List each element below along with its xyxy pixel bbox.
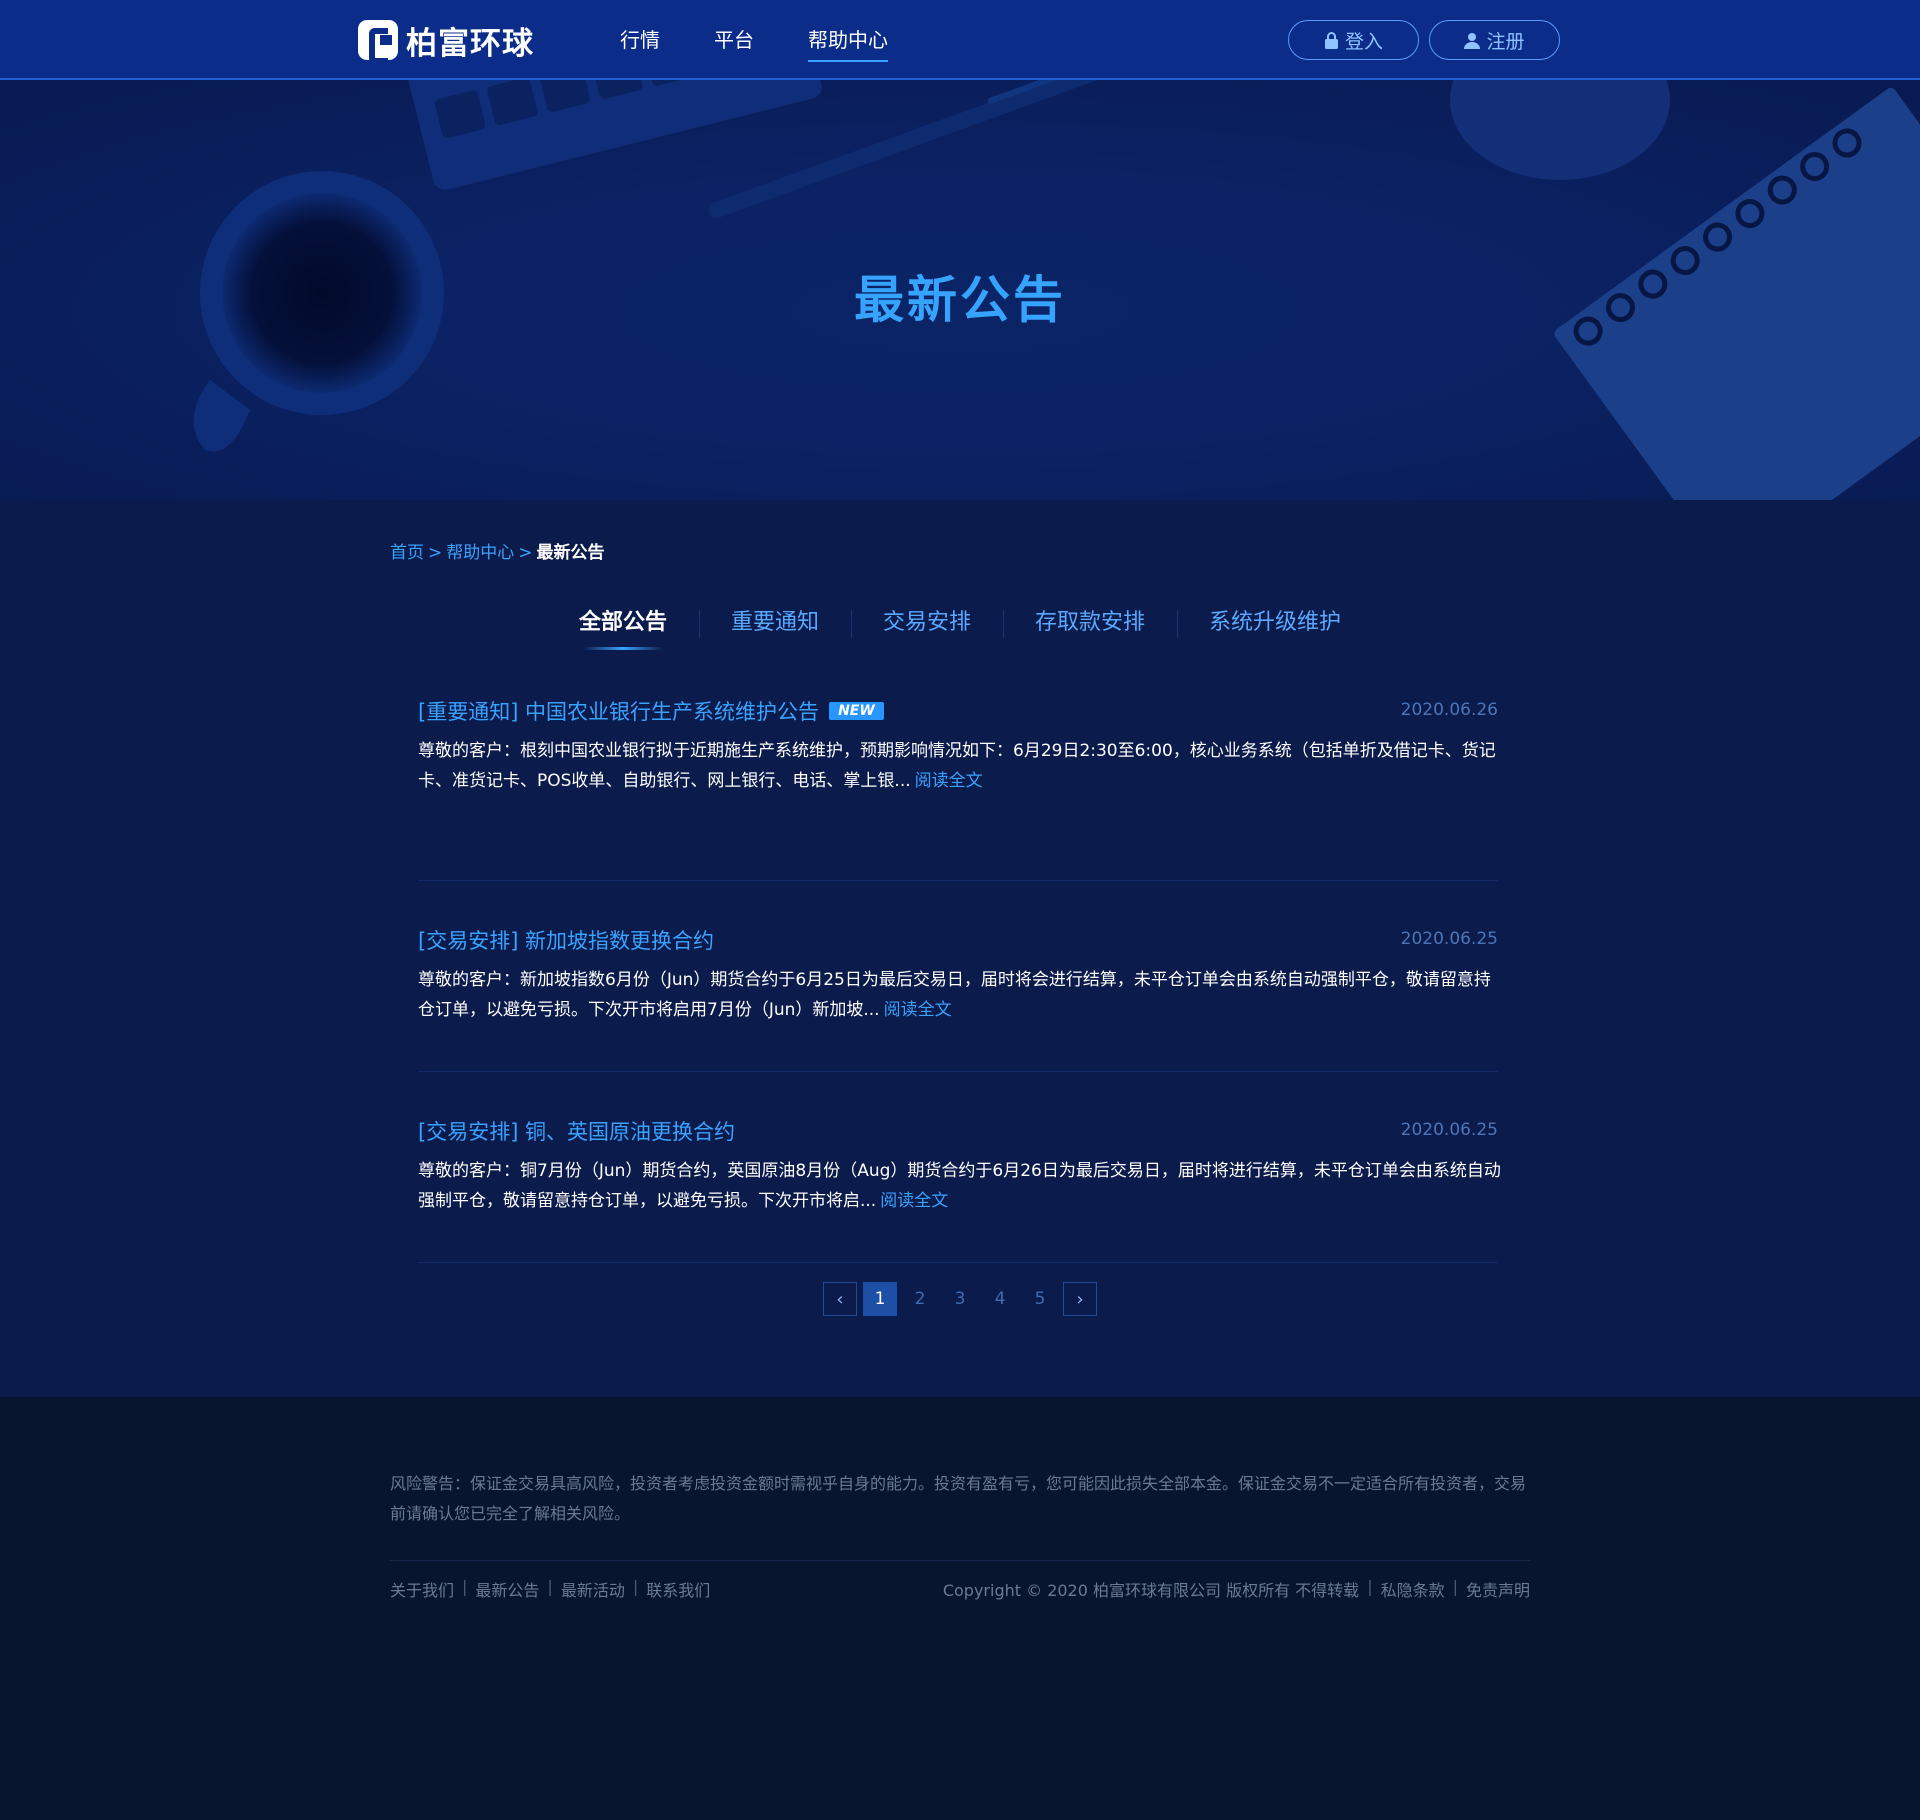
breadcrumb: 首页 > 帮助中心 > 最新公告 xyxy=(390,538,605,563)
footer-divider xyxy=(390,1560,1530,1561)
notice-excerpt: 尊敬的客户：新加坡指数6月份（Jun）期货合约于6月25日为最后交易日，届时将会… xyxy=(418,965,1503,1025)
register-button[interactable]: 注册 xyxy=(1429,20,1560,60)
breadcrumb-home[interactable]: 首页 xyxy=(390,543,424,563)
next-page-button[interactable]: › xyxy=(1063,1282,1097,1316)
notice-date: 2020.06.25 xyxy=(1400,929,1498,949)
register-label: 注册 xyxy=(1486,30,1525,53)
tab-system-maintenance[interactable]: 系统升级维护 xyxy=(1177,606,1373,640)
breadcrumb-current: 最新公告 xyxy=(536,543,605,563)
risk-warning: 风险警告：保证金交易具高风险，投资者考虑投资金额时需视乎自身的能力。投资有盈有亏… xyxy=(390,1474,1527,1523)
chevron-right-icon: › xyxy=(1076,1289,1084,1310)
logo-mark-icon xyxy=(358,20,398,64)
footer-links: 关于我们 | 最新公告 | 最新活动 | 联系我们 xyxy=(390,1577,710,1601)
top-header: 柏富环球 行情 平台 帮助中心 登入 注册 xyxy=(0,0,1920,80)
login-button[interactable]: 登入 xyxy=(1288,20,1419,60)
notice-date: 2020.06.25 xyxy=(1400,1120,1498,1140)
notice-item: [重要通知] 中国农业银行生产系统维护公告 NEW 2020.06.26 尊敬的… xyxy=(418,690,1498,881)
copyright: Copyright © 2020 柏富环球有限公司 版权所有 不得转载 | 私隐… xyxy=(943,1577,1530,1601)
notice-head: [交易安排] 新加坡指数更换合约 2020.06.25 xyxy=(418,925,1498,955)
notice-excerpt-text: 尊敬的客户：新加坡指数6月份（Jun）期货合约于6月25日为最后交易日，届时将会… xyxy=(418,970,1491,1020)
notice-date: 2020.06.26 xyxy=(1400,700,1498,720)
page-button[interactable]: 1 xyxy=(863,1282,897,1316)
page-button[interactable]: 3 xyxy=(943,1282,977,1316)
tab-deposit-withdraw[interactable]: 存取款安排 xyxy=(1003,606,1177,640)
hero-banner: 最新公告 xyxy=(0,80,1920,500)
notice-item: [交易安排] 新加坡指数更换合约 2020.06.25 尊敬的客户：新加坡指数6… xyxy=(418,881,1498,1072)
prev-page-button[interactable]: ‹ xyxy=(823,1282,857,1316)
read-more-link[interactable]: 阅读全文 xyxy=(915,771,983,791)
lock-icon xyxy=(1324,31,1338,49)
nav-item-help-center[interactable]: 帮助中心 xyxy=(808,0,888,80)
notice-excerpt-text: 尊敬的客户：铜7月份（Jun）期货合约，英国原油8月份（Aug）期货合约于6月2… xyxy=(418,1161,1501,1211)
page-button[interactable]: 5 xyxy=(1023,1282,1057,1316)
footer-separator: | xyxy=(632,1577,639,1596)
chevron-left-icon: ‹ xyxy=(836,1289,844,1310)
read-more-link[interactable]: 阅读全文 xyxy=(884,1000,952,1020)
footer-separator: | xyxy=(462,1577,468,1596)
page-button[interactable]: 4 xyxy=(983,1282,1017,1316)
breadcrumb-separator: > xyxy=(428,543,443,563)
tab-trading[interactable]: 交易安排 xyxy=(850,606,1003,640)
footer-separator: | xyxy=(1452,1577,1458,1596)
footer-link-about[interactable]: 关于我们 xyxy=(390,1577,454,1601)
read-more-link[interactable]: 阅读全文 xyxy=(880,1191,948,1211)
logo[interactable]: 柏富环球 xyxy=(358,18,534,64)
footer-link-notices[interactable]: 最新公告 xyxy=(475,1577,539,1601)
login-label: 登入 xyxy=(1344,30,1383,53)
hero-title: 最新公告 xyxy=(854,271,1066,329)
footer: 风险警告：保证金交易具高风险，投资者考虑投资金额时需视乎自身的能力。投资有盈有亏… xyxy=(0,1397,1920,1820)
notice-head: [交易安排] 铜、英国原油更换合约 2020.06.25 xyxy=(418,1116,1498,1146)
auth-buttons: 登入 注册 xyxy=(1288,20,1570,60)
breadcrumb-separator: > xyxy=(518,543,533,563)
notice-excerpt: 尊敬的客户：铜7月份（Jun）期货合约，英国原油8月份（Aug）期货合约于6月2… xyxy=(418,1156,1503,1216)
footer-separator: | xyxy=(547,1577,553,1596)
footer-link-disclaimer[interactable]: 免责声明 xyxy=(1466,1577,1530,1601)
notice-excerpt: 尊敬的客户：根刻中国农业银行拟于近期施生产系统维护，预期影响情况如下：6月29日… xyxy=(418,736,1503,796)
main-content: 首页 > 帮助中心 > 最新公告 全部公告 重要通知 交易安排 存取款安排 系统升级维护… xyxy=(0,500,1920,1397)
nav-item-market[interactable]: 行情 xyxy=(620,0,660,80)
main-nav: 行情 平台 帮助中心 xyxy=(620,0,942,80)
footer-link-contact[interactable]: 联系我们 xyxy=(646,1577,710,1601)
user-icon xyxy=(1464,32,1481,49)
category-tabs: 全部公告 重要通知 交易安排 存取款安排 系统升级维护 xyxy=(0,606,1920,650)
notice-title[interactable]: [交易安排] 铜、英国原油更换合约 xyxy=(418,1116,735,1146)
notice-item: [交易安排] 铜、英国原油更换合约 2020.06.25 尊敬的客户：铜7月份（… xyxy=(418,1072,1501,1263)
notice-list: [重要通知] 中国农业银行生产系统维护公告 NEW 2020.06.26 尊敬的… xyxy=(418,690,1501,1263)
new-badge: NEW xyxy=(829,702,884,720)
footer-link-privacy[interactable]: 私隐条款 xyxy=(1381,1577,1445,1601)
logo-text: 柏富环球 xyxy=(406,25,534,62)
footer-link-activities[interactable]: 最新活动 xyxy=(561,1577,625,1601)
tab-important[interactable]: 重要通知 xyxy=(698,606,851,640)
footer-separator: | xyxy=(1367,1577,1373,1596)
page-button[interactable]: 2 xyxy=(903,1282,937,1316)
notice-head: [重要通知] 中国农业银行生产系统维护公告 NEW 2020.06.26 xyxy=(418,696,1498,726)
breadcrumb-help-center[interactable]: 帮助中心 xyxy=(446,543,514,563)
notice-title[interactable]: [交易安排] 新加坡指数更换合约 xyxy=(418,925,714,955)
copyright-text: Copyright © 2020 柏富环球有限公司 版权所有 不得转载 xyxy=(942,1581,1360,1600)
pagination: ‹ 1 2 3 4 5 › xyxy=(823,1282,1103,1316)
nav-item-platform[interactable]: 平台 xyxy=(714,0,754,80)
tab-all[interactable]: 全部公告 xyxy=(547,606,699,650)
notice-title[interactable]: [重要通知] 中国农业银行生产系统维护公告 xyxy=(418,696,819,726)
